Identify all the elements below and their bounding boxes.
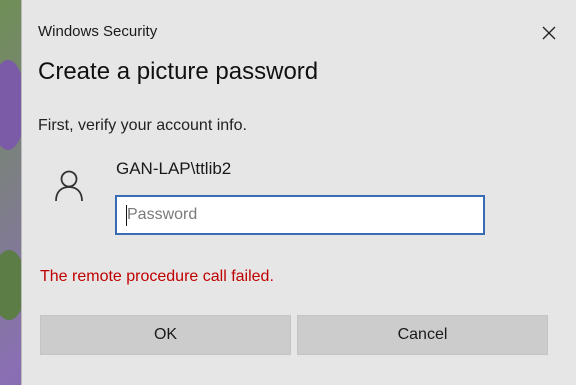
dialog-heading: Create a picture password	[38, 58, 319, 85]
close-button[interactable]	[534, 20, 564, 46]
error-message: The remote procedure call failed.	[40, 268, 274, 285]
windows-security-dialog: Windows Security Create a picture passwo…	[21, 0, 576, 385]
ok-button[interactable]: OK	[40, 315, 291, 355]
account-username: GAN-LAP\ttlib2	[116, 159, 232, 178]
instruction-text: First, verify your account info.	[38, 117, 247, 134]
cancel-button[interactable]: Cancel	[297, 315, 548, 355]
password-input[interactable]	[115, 195, 485, 235]
window-title: Windows Security	[38, 23, 158, 40]
close-icon	[542, 26, 556, 40]
user-icon	[55, 170, 83, 202]
text-caret	[126, 205, 127, 226]
title-bar: Windows Security	[22, 0, 576, 40]
